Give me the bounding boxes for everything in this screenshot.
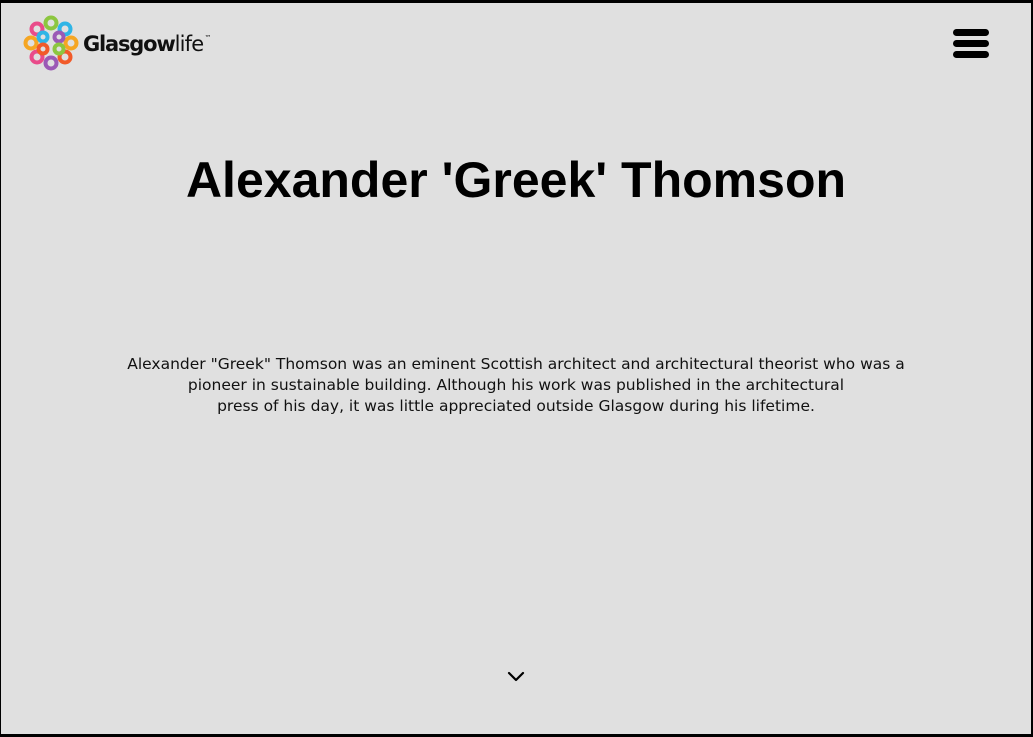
page-frame: Glasgow life ™ Alexander 'Greek' Thomson A…: [1, 3, 1031, 734]
brand-wordmark: Glasgow life ™: [83, 31, 212, 56]
brand-trademark: ™: [204, 33, 212, 42]
intro-line: Alexander "Greek" Thomson was an eminent…: [127, 355, 905, 373]
menu-bar-top: [953, 29, 989, 36]
glasgow-life-logo-link[interactable]: Glasgow life ™: [23, 15, 211, 71]
intro-line: press of his day, it was little apprecia…: [217, 397, 815, 415]
scroll-down-button[interactable]: [506, 668, 526, 684]
intro-paragraph: Alexander "Greek" Thomson was an eminent…: [86, 354, 946, 417]
page-title: Alexander 'Greek' Thomson: [185, 152, 847, 208]
brand-name-light: life: [174, 31, 205, 56]
menu-bar-middle: [953, 40, 989, 47]
brand-name-bold: Glasgow: [83, 31, 176, 56]
chevron-down-icon: [507, 671, 525, 682]
hamburger-menu-button[interactable]: [951, 26, 991, 60]
glasgow-life-flower-logo-icon: [23, 15, 79, 71]
menu-bar-bottom: [953, 51, 989, 58]
intro-line: pioneer in sustainable building. Althoug…: [187, 376, 845, 394]
